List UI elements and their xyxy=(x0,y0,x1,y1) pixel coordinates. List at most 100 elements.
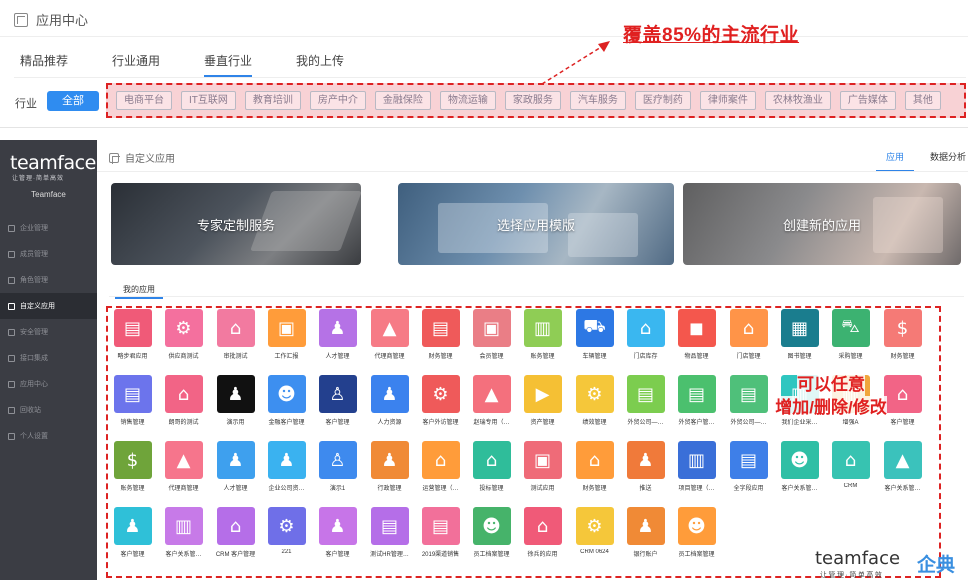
app-tile[interactable]: $ 财务管理 xyxy=(878,309,927,360)
app-tile[interactable]: ◼ 物品管理 xyxy=(672,309,721,360)
app-tile[interactable]: ▲ 赵瑞专用（… xyxy=(467,375,516,426)
sidebar-item[interactable]: 个人设置 xyxy=(0,423,97,449)
sidebar-item[interactable]: 自定义应用 xyxy=(0,293,97,319)
sidebar-item[interactable]: 安全管理 xyxy=(0,319,97,345)
edit-annotation-line1: 可以任意 xyxy=(797,373,865,396)
app-tile[interactable]: ⌂ 审批测试 xyxy=(211,309,260,360)
app-tile[interactable]: ☻ 金融客户管理 xyxy=(262,375,311,426)
app-tile[interactable]: ▤ 外贸客户管… xyxy=(672,375,721,426)
app-tile[interactable]: ♟ 企业公司资… xyxy=(262,441,311,492)
lock-icon: ▲ xyxy=(164,441,203,479)
industry-chip[interactable]: 其他 xyxy=(904,91,941,110)
app-tile[interactable]: ⌂ CRM 客户管理 xyxy=(211,507,260,558)
industry-chip[interactable]: 金融保险 xyxy=(374,91,431,110)
industry-chip[interactable]: 律师案件 xyxy=(699,91,756,110)
industry-chip[interactable]: 物流运输 xyxy=(439,91,496,110)
app-tile[interactable]: ▥ 账务管理 xyxy=(518,309,567,360)
app-tile[interactable]: ♟ 演示用 xyxy=(211,375,260,426)
doc-icon: ▤ xyxy=(626,375,665,413)
industry-chip[interactable]: 医疗制药 xyxy=(634,91,691,110)
sidebar-item[interactable]: 应用中心 xyxy=(0,371,97,397)
banner-create-app[interactable]: 创建新的应用 xyxy=(683,183,961,265)
app-tile[interactable]: ▥ 客户关系管… xyxy=(159,507,208,558)
app-label: 客户管理 xyxy=(325,552,350,558)
industry-chip[interactable]: 电商平台 xyxy=(116,91,172,110)
app-tile[interactable]: ▥ 项目管理（… xyxy=(672,441,721,492)
app-tile[interactable]: ☻ 客户关系管… xyxy=(775,441,824,492)
app-tile[interactable]: ▤ 销售管理 xyxy=(108,375,157,426)
app-tile[interactable]: ⚙ 绩效管理 xyxy=(570,375,619,426)
app-tile[interactable]: ▦ 图书管理 xyxy=(775,309,824,360)
store-icon: ⌂ xyxy=(523,507,562,545)
app-tile[interactable]: ⚙ 221 xyxy=(262,507,311,555)
app-center-panel: 应用中心 精品推荐 行业通用 垂直行业 我的上传 行业 全部 电商平台 IT互联网… xyxy=(0,0,968,128)
divider xyxy=(109,296,964,297)
app-tile[interactable]: ⛍ 采购管理 xyxy=(826,309,875,360)
app-tile[interactable]: ▲ 客户关系管… xyxy=(878,441,927,492)
tab-vertical[interactable]: 垂直行业 xyxy=(204,52,253,77)
industry-chip[interactable]: 教育培训 xyxy=(244,91,301,110)
banner-expert-service[interactable]: 专家定制服务 xyxy=(111,183,361,265)
app-tile[interactable]: ⌂ 运营管理（… xyxy=(416,441,465,492)
tab-apps[interactable]: 应用 xyxy=(875,150,915,172)
app-tile[interactable]: ⚙ 供应商测试 xyxy=(159,309,208,360)
tab-my-uploads[interactable]: 我的上传 xyxy=(296,52,344,77)
app-tile[interactable]: ⚙ CRM 0624 xyxy=(570,507,619,555)
industry-chip[interactable]: IT互联网 xyxy=(181,91,236,110)
banner-choose-template[interactable]: 选择应用模版 xyxy=(398,183,674,265)
doc-icon: ▤ xyxy=(113,309,152,347)
industry-chip[interactable]: 房产中介 xyxy=(309,91,366,110)
app-tile[interactable]: ⌂ 门店管理 xyxy=(724,309,773,360)
tab-featured[interactable]: 精品推荐 xyxy=(20,52,68,77)
app-tile[interactable]: ☻ 员工档案管理 xyxy=(672,507,721,558)
app-tile[interactable]: ▣ 工作汇报 xyxy=(262,309,311,360)
sidebar-item[interactable]: 回收站 xyxy=(0,397,97,423)
app-tile[interactable]: ⚙ 客户外访管理 xyxy=(416,375,465,426)
app-tile[interactable]: ▲ 代理商管理 xyxy=(365,309,414,360)
app-tile[interactable]: ♟ 推送 xyxy=(621,441,670,492)
play-icon: ▶ xyxy=(523,375,562,413)
app-tile[interactable]: ♟ 银行账户 xyxy=(621,507,670,558)
app-tile[interactable]: ♟ 行政管理 xyxy=(365,441,414,492)
app-tile[interactable]: ▤ 财务管理 xyxy=(416,309,465,360)
app-tile[interactable]: ⌂ 门店库存 xyxy=(621,309,670,360)
tab-data-analysis[interactable]: 数据分析 xyxy=(930,150,966,172)
sidebar-item[interactable]: 企业管理 xyxy=(0,215,97,241)
industry-chip[interactable]: 农林牧渔业 xyxy=(764,91,831,110)
industry-chip[interactable]: 家政服务 xyxy=(504,91,561,110)
app-tile[interactable]: ▣ 会员管理 xyxy=(467,309,516,360)
app-tile[interactable]: ▤ 略步君应用 xyxy=(108,309,157,360)
industry-chip[interactable]: 汽车服务 xyxy=(569,91,626,110)
app-tile[interactable]: ▲ 代理商管理 xyxy=(159,441,208,492)
user-gear-icon: ♟ xyxy=(318,507,357,545)
app-tile[interactable]: $ 账务管理 xyxy=(108,441,157,492)
app-tile[interactable]: ⌂ 朗哥的测试 xyxy=(159,375,208,426)
app-tile[interactable]: ▤ 全字段应用 xyxy=(724,441,773,492)
industry-all-button[interactable]: 全部 xyxy=(47,91,99,111)
sidebar-item[interactable]: 成员管理 xyxy=(0,241,97,267)
sidebar-item[interactable]: 角色管理 xyxy=(0,267,97,293)
app-tile[interactable]: ⌂ 徐兵的应用 xyxy=(518,507,567,558)
app-tile[interactable]: ♟ 人力资源 xyxy=(365,375,414,426)
app-tile[interactable]: ♙ 客户管理 xyxy=(313,375,362,426)
app-label: 资产管理 xyxy=(530,420,555,426)
sidebar-item[interactable]: 接口集成 xyxy=(0,345,97,371)
app-tile[interactable]: ▣ 测试应用 xyxy=(518,441,567,492)
app-tile[interactable]: ⌂ 投标管理 xyxy=(467,441,516,492)
app-tile[interactable]: ♟ 人才管理 xyxy=(313,309,362,360)
tab-general[interactable]: 行业通用 xyxy=(112,52,160,77)
app-tile[interactable]: ♟ 人才管理 xyxy=(211,441,260,492)
app-tile[interactable]: ▤ 外贸公司—… xyxy=(621,375,670,426)
app-tile[interactable]: ⌂ 财务管理 xyxy=(570,441,619,492)
app-tile[interactable]: ▤ 测试HR管理… xyxy=(365,507,414,558)
app-tile[interactable]: ♙ 演示1 xyxy=(313,441,362,492)
app-tile[interactable]: ♟ 客户管理 xyxy=(313,507,362,558)
app-label: 全字段应用 xyxy=(733,486,764,492)
app-tile[interactable]: ☻ 员工档案管理 xyxy=(467,507,516,558)
app-tile[interactable]: ⌂ CRM xyxy=(826,441,875,489)
app-tile[interactable]: ▤ 2019渠道销售 xyxy=(416,507,465,558)
app-tile[interactable]: ▶ 资产管理 xyxy=(518,375,567,426)
app-tile[interactable]: ♟ 客户管理 xyxy=(108,507,157,558)
app-tile[interactable]: ⛟ 车辆管理 xyxy=(570,309,619,360)
industry-chip[interactable]: 广告媒体 xyxy=(839,91,896,110)
